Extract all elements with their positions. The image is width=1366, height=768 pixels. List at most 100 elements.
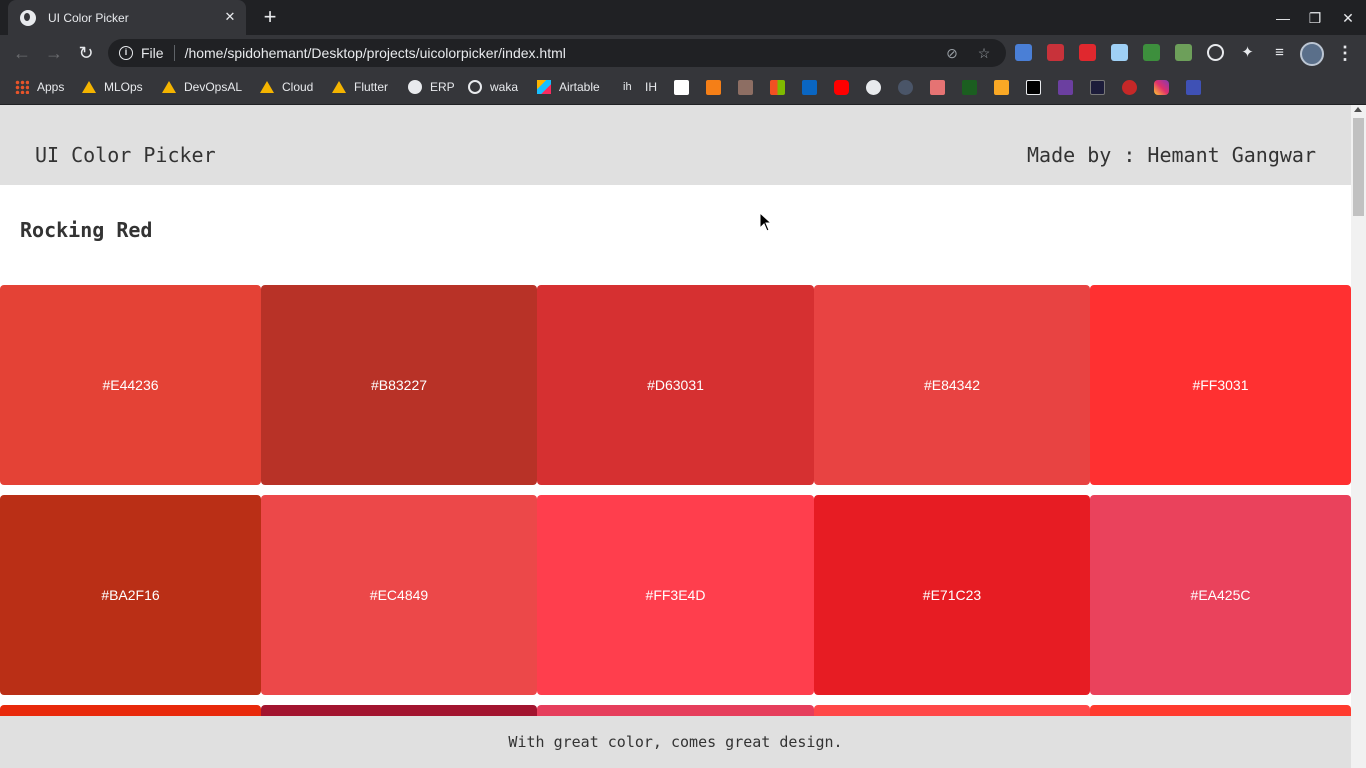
globe-icon	[408, 80, 422, 94]
bookmark-ih[interactable]: ih IH	[623, 77, 657, 97]
address-bar[interactable]: i File /home/spidohemant/Desktop/project…	[108, 39, 1006, 67]
check-extension-icon[interactable]	[1207, 44, 1224, 61]
scrollbar-thumb[interactable]	[1353, 118, 1364, 216]
color-swatch[interactable]: #EA425C	[1090, 495, 1351, 695]
bookmark-waka[interactable]: waka	[468, 77, 518, 97]
back-icon[interactable]: ←	[10, 41, 34, 65]
swatch-hex-label: #E44236	[102, 377, 159, 393]
circle-site-icon[interactable]	[898, 79, 913, 95]
profile-extension-icon[interactable]	[1175, 44, 1192, 61]
youtube-icon[interactable]	[834, 79, 849, 95]
color-swatch[interactable]: #E71C23	[814, 495, 1090, 695]
tab-ui-color-picker[interactable]: UI Color Picker ✕	[8, 0, 246, 35]
bolt-icon[interactable]	[1058, 79, 1073, 95]
hn-icon[interactable]	[1026, 79, 1041, 95]
lightning-icon[interactable]	[994, 79, 1009, 95]
swatch-hex-label: #EC4849	[369, 587, 429, 603]
bookmark-label: Cloud	[282, 80, 314, 94]
url-text[interactable]: /home/spidohemant/Desktop/projects/uicol…	[185, 45, 566, 61]
swatch-hex-label: #BA2F16	[101, 587, 160, 603]
media-queue-icon[interactable]: ≡	[1271, 44, 1288, 61]
site-footer: With great color, comes great design.	[0, 716, 1351, 768]
bookmark-label: MLOps	[104, 80, 143, 94]
leaf-icon[interactable]	[962, 79, 977, 95]
color-swatch[interactable]: #FF3031	[1090, 285, 1351, 485]
q-icon[interactable]	[1122, 79, 1137, 95]
bookmark-devopsal[interactable]: DevOpsAL	[162, 77, 242, 97]
browser-toolbar: ← → ↻ i File /home/spidohemant/Desktop/p…	[0, 35, 1366, 71]
color-swatch[interactable]: #E44236	[0, 285, 261, 485]
package-icon[interactable]	[930, 79, 945, 95]
color-swatch[interactable]: #EC4849	[261, 495, 537, 695]
plant-extension-icon[interactable]	[1143, 44, 1160, 61]
divider	[173, 45, 175, 61]
apps-grid-icon	[15, 80, 29, 94]
swatch-hex-label: #E71C23	[922, 587, 982, 603]
color-swatch[interactable]: #E84342	[814, 285, 1090, 485]
amazon-icon[interactable]	[674, 79, 689, 95]
bookmark-airtable[interactable]: Airtable	[537, 77, 600, 97]
waka-icon	[468, 80, 482, 94]
tab-title: UI Color Picker	[48, 10, 129, 25]
swatch-hex-label: #FF3031	[1192, 377, 1249, 393]
color-swatch[interactable]: #FF3E4D	[537, 495, 814, 695]
swatch-hex-label: #B83227	[370, 377, 428, 393]
new-tab-button[interactable]: +	[258, 6, 282, 30]
close-window-icon[interactable]: ✕	[1336, 6, 1360, 30]
page-content: UI Color Picker Made by : Hemant Gangwar…	[0, 105, 1351, 768]
drive-icon	[260, 81, 274, 93]
site-credit: Made by : Hemant Gangwar	[1027, 143, 1316, 167]
bookmark-label: Flutter	[354, 80, 389, 94]
ih-icon: ih	[623, 81, 632, 93]
box-icon[interactable]	[706, 79, 721, 95]
color-swatch[interactable]: #B83227	[261, 285, 537, 485]
airtable-icon	[537, 80, 551, 94]
shield-extension-icon[interactable]	[1047, 44, 1064, 61]
star-icon[interactable]: ☆	[976, 45, 992, 61]
swatch-hex-label: #FF3E4D	[645, 587, 706, 603]
bookmark-erp[interactable]: ERP	[408, 77, 455, 97]
linkedin-icon[interactable]	[802, 79, 817, 95]
bookmark-label: IH	[645, 80, 657, 94]
color-swatch[interactable]: #D63031	[537, 285, 814, 485]
restore-icon[interactable]: ❐	[1303, 6, 1327, 30]
eye-off-icon[interactable]: ⊘	[944, 45, 960, 61]
bookmark-flutter[interactable]: Flutter	[332, 77, 388, 97]
site-header: UI Color Picker Made by : Hemant Gangwar	[0, 105, 1351, 185]
logo-site-icon[interactable]	[1090, 79, 1105, 95]
scheme-label: File	[141, 45, 164, 61]
palette-title: Rocking Red	[20, 218, 153, 242]
drive-icon	[162, 81, 176, 93]
close-tab-icon[interactable]: ✕	[222, 9, 238, 25]
bookmark-label: Apps	[37, 80, 65, 94]
bookmark-label: ERP	[430, 80, 455, 94]
bookmark-mlops[interactable]: MLOps	[82, 77, 143, 97]
github-icon[interactable]	[866, 79, 881, 95]
scroll-up-arrow[interactable]	[1354, 107, 1362, 112]
instagram-icon[interactable]	[1154, 79, 1169, 95]
microsoft-icon[interactable]	[770, 79, 785, 95]
image-icon[interactable]	[738, 79, 753, 95]
swatch-hex-label: #EA425C	[1190, 587, 1251, 603]
translate-extension-icon[interactable]	[1015, 44, 1032, 61]
bookmarks-bar: Apps MLOps DevOpsAL Cloud Flutter ERP wa…	[0, 71, 1366, 105]
drive-icon	[332, 81, 346, 93]
puzzle-icon[interactable]: ✦	[1239, 44, 1256, 61]
menu-icon[interactable]: ⋮	[1336, 41, 1354, 65]
h-site-icon[interactable]	[1186, 79, 1201, 95]
profile-avatar[interactable]	[1300, 42, 1324, 66]
globe-icon	[20, 9, 36, 26]
drive-icon	[82, 81, 96, 93]
site-title: UI Color Picker	[35, 143, 216, 167]
tab-strip: UI Color Picker ✕ + — ❐ ✕	[0, 0, 1366, 35]
info-icon[interactable]: i	[119, 46, 133, 60]
forward-icon[interactable]: →	[42, 41, 66, 65]
diamond-extension-icon[interactable]	[1111, 44, 1128, 61]
color-swatch[interactable]: #BA2F16	[0, 495, 261, 695]
bookmark-label: DevOpsAL	[184, 80, 243, 94]
bookmark-cloud[interactable]: Cloud	[260, 77, 313, 97]
reload-icon[interactable]: ↻	[74, 41, 98, 65]
minimize-icon[interactable]: —	[1271, 6, 1295, 30]
media-extension-icon[interactable]	[1079, 44, 1096, 61]
bookmark-apps[interactable]: Apps	[15, 77, 64, 97]
